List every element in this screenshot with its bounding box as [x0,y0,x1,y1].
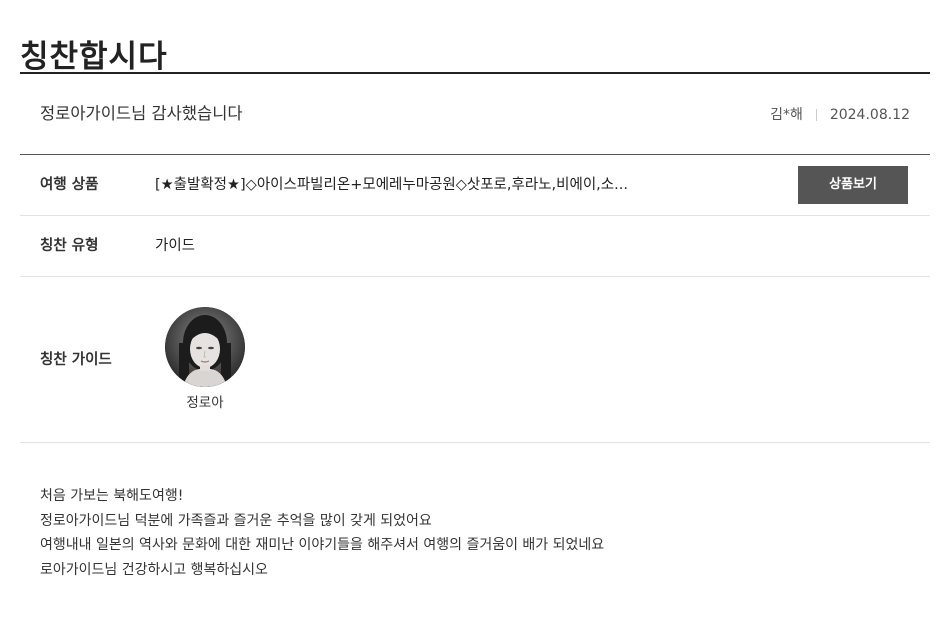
post-title: 정로아가이드님 감사했습니다 [40,104,243,123]
product-label: 여행 상품 [40,177,99,193]
guide-photo [165,307,245,387]
praise-detail-page: 칭찬합시다 정로아가이드님 감사했습니다 김*해 2024.08.12 여행 상… [20,0,930,625]
praised-guide-row: 칭찬 가이드 정로아 [20,277,930,443]
post-date: 2024.08.12 [829,107,910,123]
post-author: 김*해 [770,107,803,123]
page-body: { "page": { "title": "칭찬합시다" }, "post": … [0,0,937,625]
product-name: [★출발확정★]◇아이스파빌리온+모에레누마공원◇삿포로,후라노,비에이,소..… [155,177,628,193]
praise-type-value: 가이드 [155,238,196,254]
praised-guide-label: 칭찬 가이드 [40,352,112,368]
review-line: 처음 가보는 북해도여행! [40,488,184,504]
meta-divider [815,109,817,121]
review-line: 정로아가이드님 덕분에 가족즐과 즐거운 추억을 많이 갖게 되었어요 [40,512,432,529]
guide-name: 정로아 [186,395,224,411]
product-row: 여행 상품 [★출발확정★]◇아이스파빌리온+모에레누마공원◇삿포로,후라노,비… [20,155,930,216]
praise-type-label: 칭찬 유형 [40,238,99,254]
view-product-button[interactable]: 상품보기 [798,166,908,204]
guide-card: 정로아 [165,307,245,413]
review-line: 로아가이드님 건강하시고 행복하십시오 [40,561,268,578]
praise-type-row: 칭찬 유형 가이드 [20,216,930,277]
post-header: 정로아가이드님 감사했습니다 김*해 2024.08.12 [20,74,930,154]
post-meta: 김*해 2024.08.12 [770,105,910,125]
review-body: 처음 가보는 북해도여행! 정로아가이드님 덕분에 가족즐과 즐거운 추억을 많… [40,484,920,582]
review-line: 여행내내 일본의 역사와 문화에 대한 재미난 이야기들을 해주셔서 여행의 즐… [40,537,605,553]
